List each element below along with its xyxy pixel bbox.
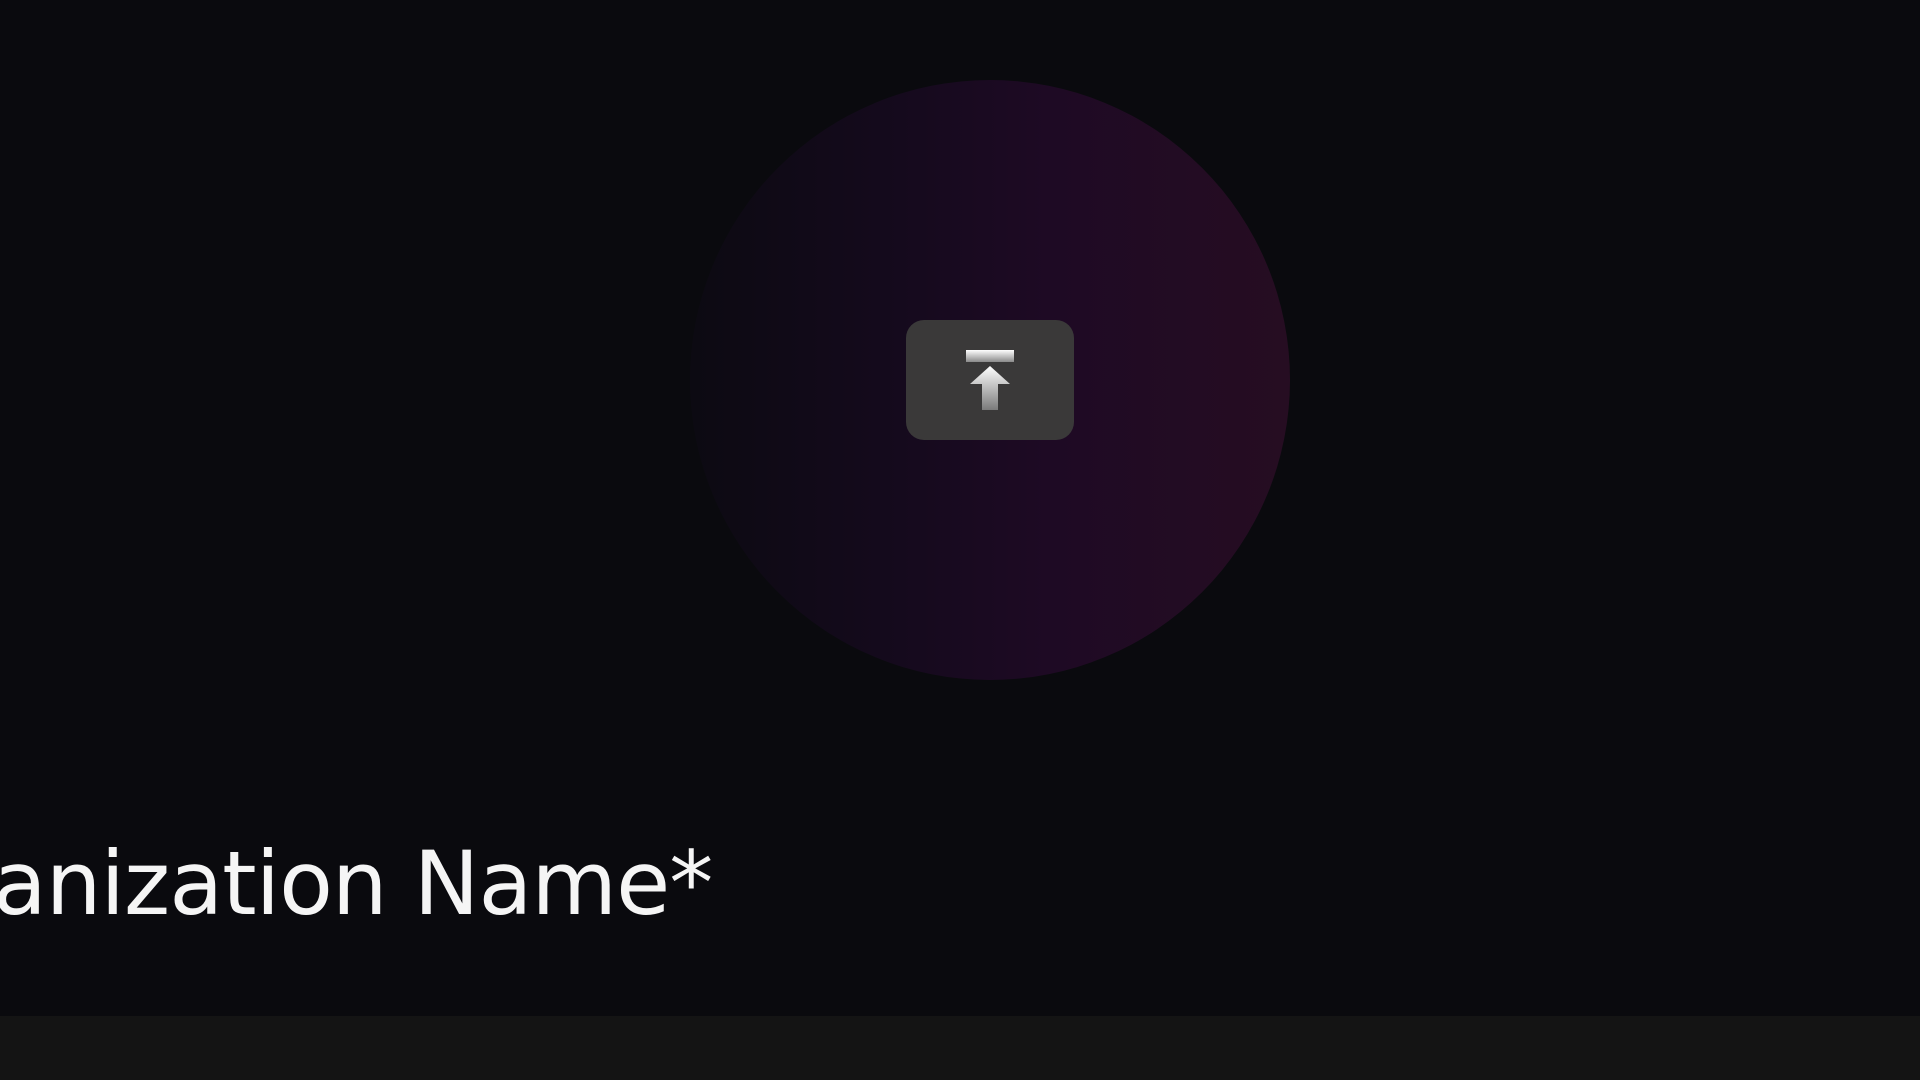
upload-image-button[interactable] (906, 320, 1074, 440)
organization-name-input[interactable] (0, 1016, 1920, 1080)
upload-arrow-icon (960, 348, 1020, 412)
organization-name-label: ganization Name* (0, 832, 713, 935)
